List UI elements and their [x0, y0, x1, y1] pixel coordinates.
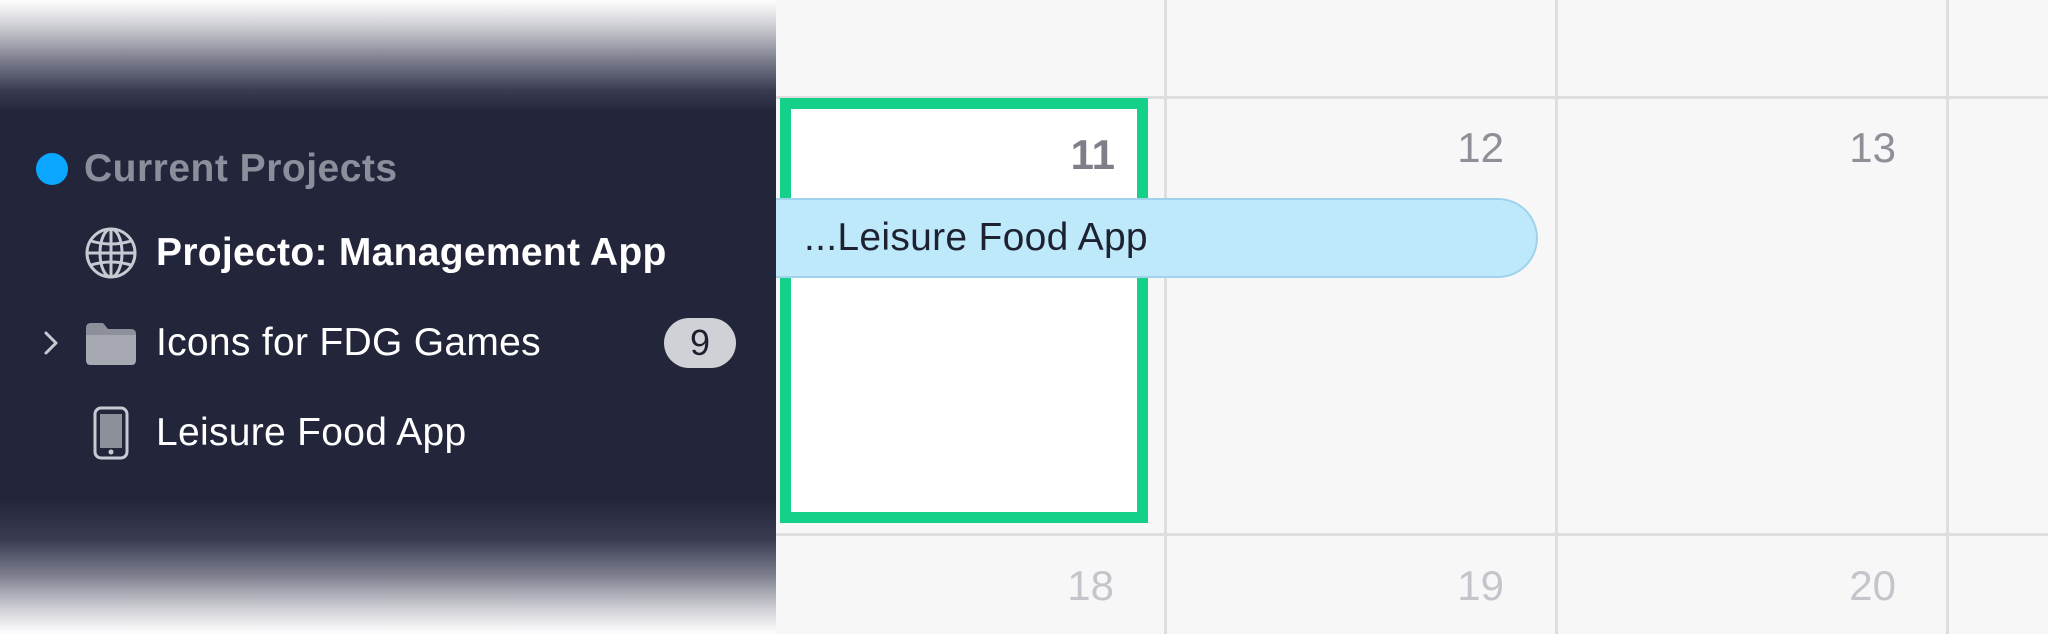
calendar-event-bar[interactable]: ...Leisure Food App [776, 198, 1538, 278]
day-number: 20 [1849, 562, 1896, 609]
app-window: Current Projects Projecto: Management Ap… [0, 0, 2048, 634]
globe-icon [82, 224, 140, 282]
grid-divider [776, 533, 2048, 536]
day-number: 18 [1067, 562, 1114, 609]
folder-icon [82, 314, 140, 372]
sidebar-item-label: Projecto: Management App [156, 231, 667, 274]
event-label: ...Leisure Food App [804, 216, 1148, 259]
calendar-day-cell-today[interactable]: 11 [780, 98, 1148, 523]
sidebar-item-label: Leisure Food App [156, 411, 467, 454]
sidebar-item-leisure-food-app[interactable]: Leisure Food App [0, 398, 776, 468]
day-number: 13 [1849, 124, 1896, 171]
calendar-month-grid: 11 12 13 18 19 20 ...Leisure Food App [776, 0, 2048, 634]
day-number: 11 [1070, 131, 1115, 178]
sidebar-item-projecto-management-app[interactable]: Projecto: Management App [0, 218, 776, 288]
sidebar-item-icons-for-fdg-games[interactable]: Icons for FDG Games 9 [0, 308, 776, 378]
day-number: 19 [1457, 562, 1504, 609]
sidebar-group-current-projects[interactable]: Current Projects [36, 146, 398, 192]
sidebar-item-label: Icons for FDG Games [156, 321, 541, 364]
chevron-right-icon[interactable] [38, 308, 64, 378]
group-label: Current Projects [84, 147, 398, 190]
day-number: 12 [1457, 124, 1504, 171]
sidebar: Current Projects Projecto: Management Ap… [0, 0, 776, 634]
group-color-dot [36, 153, 68, 185]
item-count-badge: 9 [664, 318, 736, 368]
phone-icon [82, 404, 140, 462]
